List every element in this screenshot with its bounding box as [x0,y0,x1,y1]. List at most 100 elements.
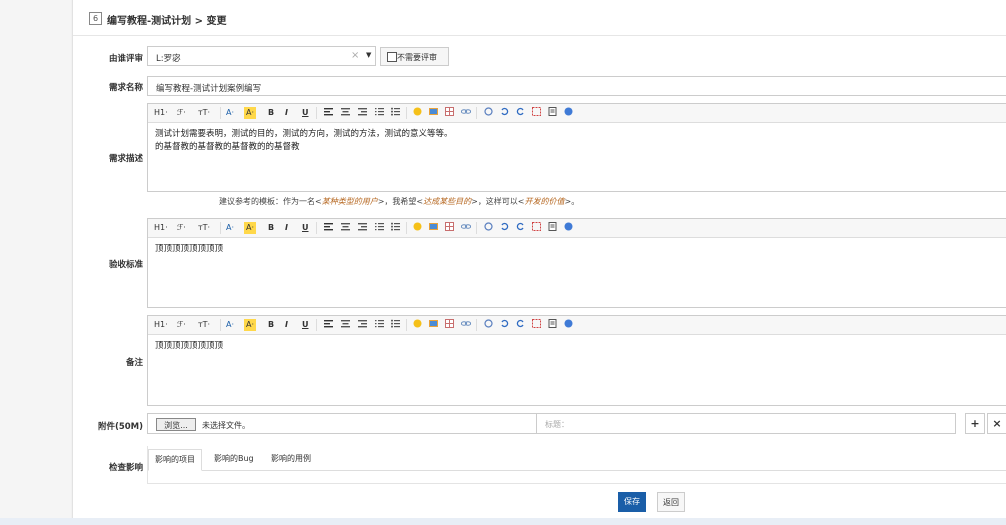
eraser-icon[interactable] [484,107,493,119]
unordered-list-icon[interactable] [391,107,400,119]
heading-button[interactable]: H1· [154,319,168,331]
file-status: 未选择文件。 [202,421,250,430]
align-left-icon[interactable] [324,319,333,331]
emoji-icon[interactable] [413,319,422,331]
font-family-button[interactable]: ℱ· [177,107,186,119]
heading-button[interactable]: H1· [154,222,168,234]
save-button[interactable]: 保存 [618,492,646,512]
toolbar-separator [220,319,221,331]
help-icon[interactable] [564,107,573,119]
fullscreen-icon[interactable] [532,107,541,119]
redo-icon[interactable] [516,222,525,234]
browse-button[interactable]: 浏览... [156,418,196,431]
font-family-button[interactable]: ℱ· [177,222,186,234]
highlight-button[interactable]: A· [244,319,256,331]
align-center-icon[interactable] [341,107,350,119]
acceptance-content[interactable]: 顶顶顶顶顶顶顶顶 [155,243,223,256]
back-button[interactable]: 返回 [657,492,685,512]
undo-icon[interactable] [500,319,509,331]
align-right-icon[interactable] [358,319,367,331]
attachment-title-input[interactable]: 标题： [536,413,956,434]
font-color-button[interactable]: A· [226,107,234,119]
table-icon[interactable] [445,222,454,234]
align-right-icon[interactable] [358,107,367,119]
tab-affected-projects[interactable]: 影响的项目 [148,449,202,471]
align-center-icon[interactable] [341,222,350,234]
link-icon[interactable] [460,107,472,119]
description-editor[interactable]: H1· ℱ· тT· A· A· B I U 测试计划需要表明，测试的目的，测试… [147,103,1006,192]
underline-button[interactable]: U [302,319,309,331]
font-size-button[interactable]: тT· [198,107,210,119]
bold-button[interactable]: B [268,222,274,234]
toolbar-separator [406,319,407,331]
help-icon[interactable] [564,222,573,234]
bold-button[interactable]: B [268,107,274,119]
notes-content[interactable]: 顶顶顶顶顶顶顶顶 [155,340,223,353]
eraser-icon[interactable] [484,222,493,234]
toolbar-separator [476,107,477,119]
align-center-icon[interactable] [341,319,350,331]
acceptance-editor[interactable]: H1· ℱ· тT· A· A· B I U 顶顶顶顶顶顶顶顶 [147,218,1006,308]
align-left-icon[interactable] [324,222,333,234]
source-icon[interactable] [548,319,557,331]
font-family-button[interactable]: ℱ· [177,319,186,331]
font-color-button[interactable]: A· [226,222,234,234]
fullscreen-icon[interactable] [532,222,541,234]
help-icon[interactable] [564,319,573,331]
underline-button[interactable]: U [302,107,309,119]
unordered-list-icon[interactable] [391,319,400,331]
emoji-icon[interactable] [413,107,422,119]
align-right-icon[interactable] [358,222,367,234]
title-placeholder: 标题： [545,420,569,429]
highlight-button[interactable]: A· [244,107,256,119]
italic-button[interactable]: I [285,222,288,234]
tab-affected-bugs[interactable]: 影响的Bug [214,449,254,469]
redo-icon[interactable] [516,319,525,331]
italic-button[interactable]: I [285,319,288,331]
fullscreen-icon[interactable] [532,319,541,331]
reviewer-select[interactable]: L:罗宓 × ▼ [147,46,376,66]
eraser-icon[interactable] [484,319,493,331]
name-input[interactable]: 编写教程-测试计划案例编写 [147,76,1006,96]
undo-icon[interactable] [500,107,509,119]
clear-icon[interactable]: × [351,50,359,61]
toolbar-separator [476,319,477,331]
link-icon[interactable] [460,222,472,234]
ordered-list-icon[interactable] [375,319,384,331]
checkbox-icon[interactable] [387,52,397,62]
emoji-icon[interactable] [413,222,422,234]
image-icon[interactable] [429,222,438,234]
heading-button[interactable]: H1· [154,107,168,119]
acceptance-label: 验收标准 [108,260,143,270]
template-hint: 建议参考的模板：作为一名<某种类型的用户>，我希望<达成某些目的>，这样可以<开… [219,196,579,207]
redo-icon[interactable] [516,107,525,119]
align-left-icon[interactable] [324,107,333,119]
toolbar-separator [406,222,407,234]
undo-icon[interactable] [500,222,509,234]
link-icon[interactable] [460,319,472,331]
unordered-list-icon[interactable] [391,222,400,234]
no-review-checkbox[interactable]: 不需要评审 [380,47,449,66]
font-size-button[interactable]: тT· [198,222,210,234]
ordered-list-icon[interactable] [375,107,384,119]
table-icon[interactable] [445,107,454,119]
image-icon[interactable] [429,319,438,331]
source-icon[interactable] [548,222,557,234]
image-icon[interactable] [429,107,438,119]
font-size-button[interactable]: тT· [198,319,210,331]
highlight-button[interactable]: A· [244,222,256,234]
description-content[interactable]: 测试计划需要表明，测试的目的，测试的方向，测试的方法，测试的意义等等。 的基督教… [155,128,453,154]
table-icon[interactable] [445,319,454,331]
source-icon[interactable] [548,107,557,119]
notes-editor[interactable]: H1· ℱ· тT· A· A· B I U 顶顶顶顶顶顶顶顶 [147,315,1006,406]
ordered-list-icon[interactable] [375,222,384,234]
remove-attachment-button[interactable]: × [987,413,1006,434]
tab-affected-cases[interactable]: 影响的用例 [271,449,311,469]
add-attachment-button[interactable]: + [965,413,985,434]
font-color-button[interactable]: A· [226,319,234,331]
impact-tabs: 影响的项目 影响的Bug 影响的用例 [147,446,1006,484]
underline-button[interactable]: U [302,222,309,234]
italic-button[interactable]: I [285,107,288,119]
bold-button[interactable]: B [268,319,274,331]
chevron-down-icon[interactable]: ▼ [366,51,371,59]
